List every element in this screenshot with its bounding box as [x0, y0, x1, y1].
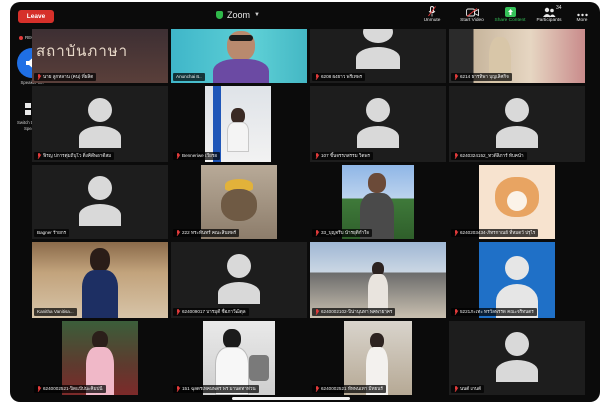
mic-muted-icon	[315, 74, 319, 80]
participant-name: 6240324152_ทวดีลิภาร์ ทับคนำ	[451, 152, 527, 160]
mic-muted-icon	[454, 309, 458, 315]
participant-name: 6208 ผงยาว พรีเทพร	[312, 73, 366, 81]
participant-name: 624009017 บารมุดี ชื่อภาวีฒิตุล	[173, 308, 249, 316]
mic-muted-icon	[176, 386, 180, 392]
mic-muted-icon	[37, 153, 41, 159]
home-indicator[interactable]	[232, 397, 350, 400]
mic-muted-icon	[315, 153, 319, 159]
avatar-placeholder	[505, 332, 529, 356]
participant-tile[interactable]: Bagner ร้ายกร	[32, 165, 168, 239]
record-dot-icon	[19, 35, 23, 40]
participant-tile[interactable]: 151 ฉุลดรเทคมพดร พร มานดทาท่วน	[171, 321, 307, 395]
participant-tile[interactable]: 6240203434-ภัทรกาณย์ ที่หมดว้ ปรุไร	[449, 165, 585, 239]
avatar-placeholder	[227, 254, 251, 278]
participant-name: 107 ขึ้นจรรภสรรม วิดพร	[312, 152, 373, 160]
participant-tile[interactable]: 6240324152_ทวดีลิภาร์ ทับคนำ	[449, 86, 585, 162]
participant-name: 6240002521 หัทพนเทา มีทยนร์	[312, 385, 386, 393]
avatar-placeholder	[505, 98, 529, 122]
participant-tile[interactable]: สถาบันภาษา นาย ลูกหลาน (คน) ที่ผลิต	[32, 29, 168, 83]
mic-muted-icon	[37, 74, 41, 80]
participant-name: นาย ลูกหลาน (คน) ที่ผลิต	[34, 73, 97, 81]
participant-tile[interactable]: 6240002521-ปิดแป้ปนะคิมปนี	[32, 321, 168, 395]
top-toolbar: Leave Zoom ▼ Unmute Start Video Share Co…	[10, 2, 600, 29]
share-screen-icon	[492, 5, 528, 17]
participant-name: ฟิรญ ปการตุ่มถีบุโว ติ่งคิดีพอาดีสม	[34, 152, 115, 160]
participant-tile[interactable]: 6208 ผงยาว พรีเทพร	[310, 29, 446, 83]
avatar-placeholder	[88, 98, 112, 122]
mic-muted-icon	[315, 309, 319, 315]
participant-tile[interactable]: 624009017 บารมุดี ชื่อภาวีฒิตุล	[171, 242, 307, 318]
mic-muted-icon	[454, 230, 458, 236]
participant-name: 6214 ธารทิพา บุญเลิศกิจ	[451, 73, 512, 81]
more-dots-icon	[572, 5, 592, 17]
participant-name: 6240002102-ปีน่านุนทา พคพายาคร	[312, 308, 396, 316]
share-content-button[interactable]: Share Content	[492, 5, 528, 24]
participants-count: 34	[556, 5, 562, 11]
mic-muted-icon	[176, 153, 180, 159]
participant-tile[interactable]: 107 ขึ้นจรรภสรรม วิดพร	[310, 86, 446, 162]
mic-muted-icon	[315, 386, 319, 392]
mic-muted-icon	[176, 309, 180, 315]
meeting-title[interactable]: Zoom ▼	[216, 8, 260, 22]
participant-tile[interactable]: 6240002102-ปีน่านุนทา พคพายาคร	[310, 242, 446, 318]
mic-muted-icon	[37, 386, 41, 392]
mic-muted-icon	[315, 230, 319, 236]
mic-muted-icon	[454, 74, 458, 80]
avatar-placeholder	[366, 98, 390, 122]
participants-button[interactable]: 34 Participants	[532, 5, 566, 24]
participant-name: 5221ภะเทะ ทรวัลพรรด คณะจริทนตร	[451, 308, 537, 316]
participant-tile[interactable]: 6240002521 หัทพนเทา มีทยนร์	[310, 321, 446, 395]
mic-muted-icon	[454, 386, 458, 392]
participant-name: Bagner ร้ายกร	[34, 229, 70, 237]
participant-tile[interactable]: ฟิรญ ปการตุ่มถีบุโว ติ่งคิดีพอาดีสม	[32, 86, 168, 162]
participant-tile[interactable]: Anunchai ผ..	[171, 29, 307, 83]
participant-tile[interactable]: Benneriwe เวียรอ	[171, 86, 307, 162]
video-off-icon	[457, 5, 487, 17]
start-video-button[interactable]: Start Video	[457, 5, 487, 24]
more-button[interactable]: More	[572, 5, 592, 24]
participant-tile[interactable]: Kanitha Vanitisa...	[32, 242, 168, 318]
zoom-meeting-window: Leave Zoom ▼ Unmute Start Video Share Co…	[10, 2, 600, 402]
participant-name: 6240002521-ปิดแป้ปนะคิมปนี	[34, 385, 106, 393]
mic-muted-icon	[454, 153, 458, 159]
participant-tile[interactable]: 6214 ธารทิพา บุญเลิศกิจ	[449, 29, 585, 83]
mic-muted-icon	[176, 230, 180, 236]
avatar-placeholder	[88, 176, 112, 200]
participant-tile[interactable]: 33_บุญจรีบ นำรยุติกำใจ	[310, 165, 446, 239]
mic-off-icon	[420, 5, 444, 17]
avatar-placeholder	[363, 29, 393, 43]
participant-name: 151 ฉุลดรเทคมพดร พร มานดทาท่วน	[173, 385, 259, 393]
participant-name: 33_บุญจรีบ นำรยุติกำใจ	[312, 229, 373, 237]
unmute-button[interactable]: Unmute	[420, 5, 444, 24]
leave-button[interactable]: Leave	[18, 10, 54, 23]
participant-tile[interactable]: นนต์ เกนต์	[449, 321, 585, 395]
participant-name: Kanitha Vanitisa...	[34, 308, 77, 316]
participant-tile[interactable]: 5221ภะเทะ ทรวัลพรรด คณะจริทนตร	[449, 242, 585, 318]
security-shield-icon	[216, 11, 223, 19]
app-title: Zoom	[227, 10, 251, 20]
chevron-down-icon: ▼	[254, 12, 260, 18]
participant-name: Benneriwe เวียรอ	[173, 152, 221, 160]
participant-name: 222 ทระทันทร์ คณะสินทพร์	[173, 229, 240, 237]
participant-name: 6240203434-ภัทรกาณย์ ที่หมดว้ ปรุไร	[451, 229, 539, 237]
participant-tile[interactable]: 222 ทระทันทร์ คณะสินทพร์	[171, 165, 307, 239]
participants-icon: 34	[532, 5, 566, 17]
participant-name: Anunchai ผ..	[173, 73, 205, 81]
participant-name: นนต์ เกนต์	[451, 385, 485, 393]
